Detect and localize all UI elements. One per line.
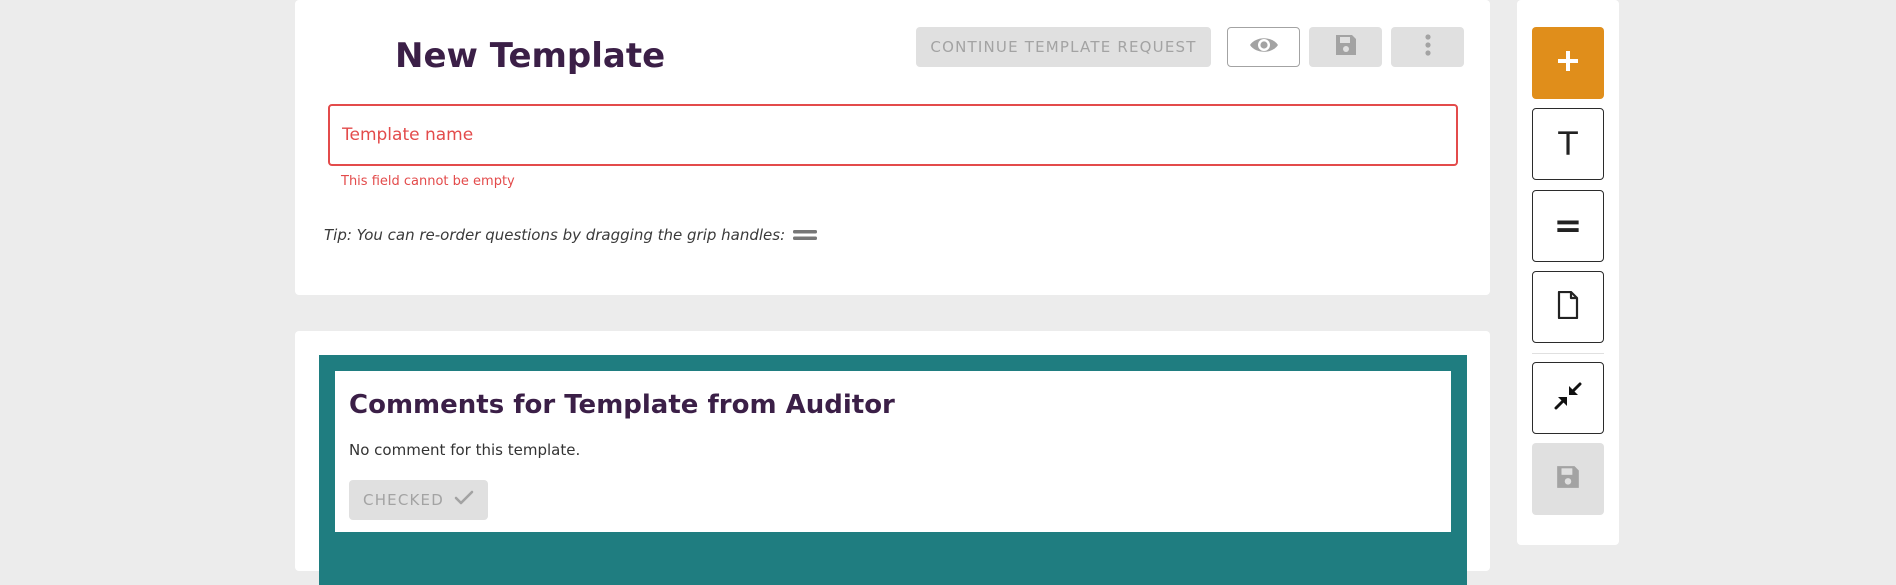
comments-title: Comments for Template from Auditor bbox=[349, 390, 895, 420]
comments-card: Comments for Template from Auditor No co… bbox=[295, 331, 1490, 585]
add-choice-question-button[interactable]: = bbox=[1532, 190, 1604, 262]
floppy-disk-icon bbox=[1555, 464, 1581, 494]
toolbar-divider bbox=[1532, 353, 1604, 354]
plus-icon bbox=[1557, 50, 1579, 76]
side-save-button[interactable] bbox=[1532, 443, 1604, 515]
collapse-all-button[interactable] bbox=[1532, 362, 1604, 434]
template-name-input[interactable] bbox=[328, 104, 1458, 166]
more-options-button[interactable] bbox=[1391, 27, 1464, 67]
collapse-arrows-icon bbox=[1554, 382, 1582, 414]
grip-handle-icon bbox=[793, 229, 818, 241]
vertical-dots-icon bbox=[1424, 33, 1432, 61]
preview-button[interactable] bbox=[1227, 27, 1300, 67]
comments-text: No comment for this template. bbox=[349, 441, 581, 459]
comments-frame: Comments for Template from Auditor No co… bbox=[319, 355, 1467, 585]
add-text-question-button[interactable]: T bbox=[1532, 108, 1604, 180]
page-title: New Template bbox=[395, 36, 666, 76]
add-file-question-button[interactable] bbox=[1532, 271, 1604, 343]
eye-icon bbox=[1249, 35, 1279, 59]
name-error-message: This field cannot be empty bbox=[341, 174, 515, 189]
question-toolbar: T = bbox=[1517, 0, 1619, 545]
file-icon bbox=[1557, 290, 1579, 323]
floppy-disk-icon bbox=[1334, 33, 1358, 61]
text-icon: T bbox=[1558, 125, 1578, 163]
checkmark-icon bbox=[454, 490, 474, 510]
continue-template-request-button[interactable]: CONTINUE TEMPLATE REQUEST bbox=[916, 27, 1211, 67]
equals-icon: = bbox=[1553, 206, 1583, 246]
checked-button[interactable]: CHECKED bbox=[349, 480, 488, 520]
tip-text: Tip: You can re-order questions by dragg… bbox=[324, 226, 786, 244]
comments-box: Comments for Template from Auditor No co… bbox=[335, 371, 1451, 532]
checked-label: CHECKED bbox=[363, 491, 444, 509]
reorder-tip: Tip: You can re-order questions by dragg… bbox=[324, 226, 818, 244]
template-header-card: New Template CONTINUE TEMPLATE REQUEST T… bbox=[295, 0, 1490, 295]
save-button[interactable] bbox=[1309, 27, 1382, 67]
add-question-button[interactable] bbox=[1532, 27, 1604, 99]
